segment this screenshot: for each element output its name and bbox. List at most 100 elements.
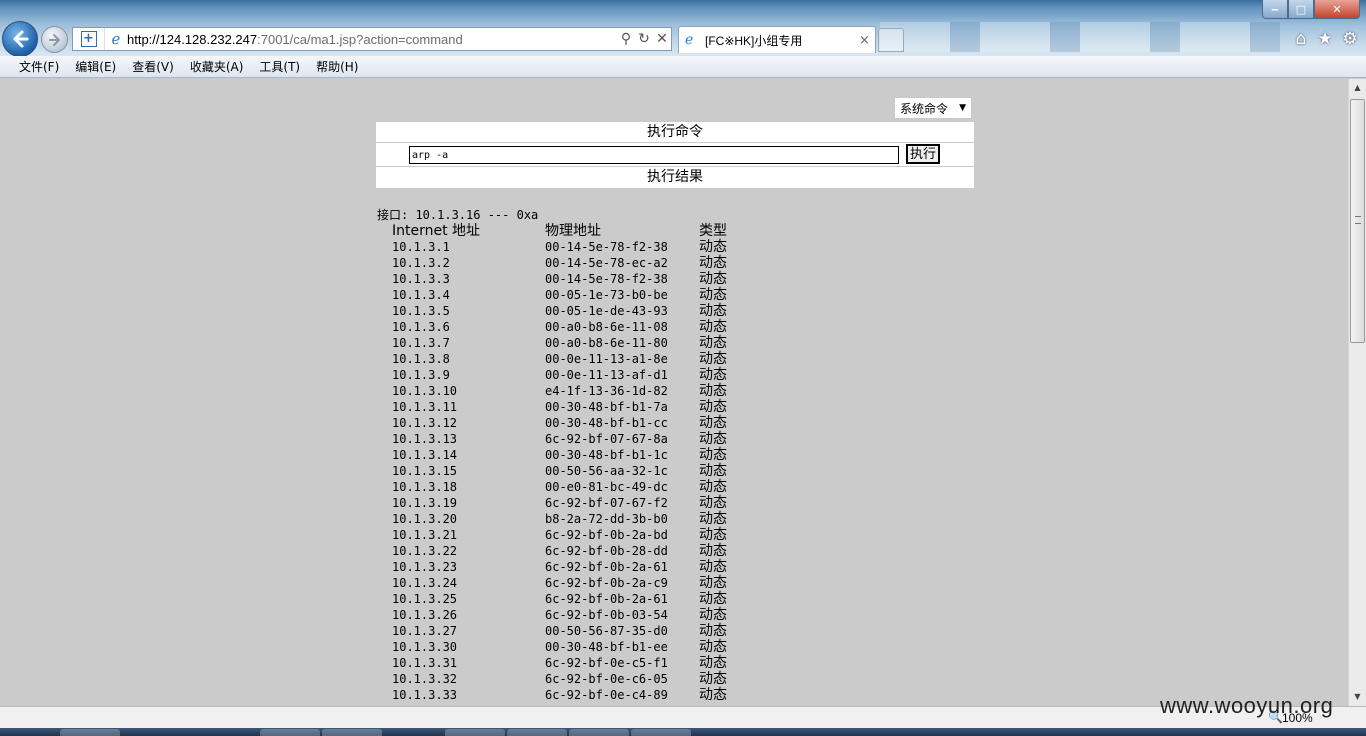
arp-type-cell: 动态: [699, 511, 727, 527]
arp-type-cell: 动态: [699, 351, 727, 367]
menu-tools[interactable]: 工具(T): [251, 58, 308, 75]
mode-select-value: 系统命令: [900, 101, 949, 116]
forward-button[interactable]: [41, 26, 68, 53]
menu-favorites[interactable]: 收藏夹(A): [182, 58, 252, 75]
arp-mac-cell: 6c-92-bf-0b-2a-61: [545, 592, 668, 606]
arp-ip-cell: 10.1.3.25: [392, 592, 458, 606]
table-row: 10.1.3.5 00-05-1e-de-43-93 动态: [377, 303, 727, 319]
command-input-row: 执行: [376, 143, 974, 166]
table-row: 10.1.3.12 00-30-48-bf-b1-cc 动态: [377, 415, 727, 431]
header-physical-address: 物理地址: [545, 223, 601, 239]
arp-mac-cell: 00-30-48-bf-b1-ee: [545, 640, 668, 654]
tab-active[interactable]: ℯ [FC※HK]小组专用 ×: [678, 26, 876, 53]
table-row: 10.1.3.25 6c-92-bf-0b-2a-61 动态: [377, 591, 727, 607]
arp-mac-cell: 6c-92-bf-0b-2a-c9: [545, 576, 668, 590]
menu-help[interactable]: 帮助(H): [308, 58, 366, 75]
stop-icon[interactable]: ✕: [653, 31, 671, 47]
table-row: 10.1.3.18 00-e0-81-bc-49-dc 动态: [377, 479, 727, 495]
arp-type-cell: 动态: [699, 383, 727, 399]
arp-type-cell: 动态: [699, 687, 727, 703]
maximize-button[interactable]: □: [1288, 0, 1314, 19]
arp-ip-cell: 10.1.3.26: [392, 608, 458, 622]
title-bar: ‒ □ ✕ + ℯ http://124.128.232.247:7001/ca…: [0, 0, 1366, 57]
table-row: 10.1.3.21 6c-92-bf-0b-2a-bd 动态: [377, 527, 727, 543]
arp-mac-cell: 00-a0-b8-6e-11-80: [545, 336, 668, 350]
arp-mac-cell: 6c-92-bf-0e-c6-05: [545, 672, 668, 686]
arp-type-cell: 动态: [699, 623, 727, 639]
arp-ip-cell: 10.1.3.13: [392, 432, 458, 446]
table-row: 10.1.3.4 00-05-1e-73-b0-be 动态: [377, 287, 727, 303]
background-tabs-area: [880, 22, 1280, 52]
scroll-thumb[interactable]: [1350, 99, 1365, 343]
arp-type-cell: 动态: [699, 655, 727, 671]
favorites-star-icon[interactable]: ★: [1314, 28, 1336, 50]
arp-type-cell: 动态: [699, 671, 727, 687]
mode-select[interactable]: 系统命令 ▼: [894, 97, 972, 119]
table-row: 10.1.3.30 00-30-48-bf-b1-ee 动态: [377, 639, 727, 655]
new-tab-button[interactable]: [878, 28, 904, 52]
scroll-up-arrow-icon[interactable]: ▲: [1349, 79, 1366, 97]
arp-ip-cell: 10.1.3.12: [392, 416, 458, 430]
compatibility-view-button[interactable]: +: [73, 28, 105, 50]
home-icon[interactable]: ⌂: [1290, 28, 1312, 50]
arp-ip-cell: 10.1.3.23: [392, 560, 458, 574]
command-title: 执行命令: [376, 122, 974, 142]
table-row: 10.1.3.1 00-14-5e-78-f2-38 动态: [377, 239, 727, 255]
close-button[interactable]: ✕: [1314, 0, 1360, 19]
taskbar-button[interactable]: [322, 729, 382, 736]
arp-ip-cell: 10.1.3.2: [392, 256, 450, 270]
arp-ip-cell: 10.1.3.7: [392, 336, 450, 350]
tab-close-icon[interactable]: ×: [859, 33, 875, 48]
arp-mac-cell: 00-14-5e-78-f2-38: [545, 272, 668, 286]
menu-file[interactable]: 文件(F): [11, 58, 67, 75]
table-row: 10.1.3.7 00-a0-b8-6e-11-80 动态: [377, 335, 727, 351]
gear-icon[interactable]: ⚙: [1339, 28, 1361, 50]
taskbar-button[interactable]: [60, 729, 120, 736]
menu-view[interactable]: 查看(V): [124, 58, 182, 75]
url-text[interactable]: http://124.128.232.247:7001/ca/ma1.jsp?a…: [127, 32, 617, 47]
table-row: 10.1.3.23 6c-92-bf-0b-2a-61 动态: [377, 559, 727, 575]
vertical-scrollbar[interactable]: ▲ ▼: [1348, 79, 1366, 706]
taskbar-button[interactable]: [631, 729, 691, 736]
arp-type-cell: 动态: [699, 255, 727, 271]
taskbar-button[interactable]: [445, 729, 505, 736]
taskbar-button[interactable]: [569, 729, 629, 736]
arp-mac-cell: 00-05-1e-73-b0-be: [545, 288, 668, 302]
command-input[interactable]: [409, 146, 899, 164]
arp-ip-cell: 10.1.3.15: [392, 464, 458, 478]
arp-type-cell: 动态: [699, 319, 727, 335]
arp-ip-cell: 10.1.3.22: [392, 544, 458, 558]
arp-type-cell: 动态: [699, 463, 727, 479]
arp-ip-cell: 10.1.3.14: [392, 448, 458, 462]
arp-mac-cell: 6c-92-bf-07-67-8a: [545, 432, 668, 446]
table-row: 10.1.3.6 00-a0-b8-6e-11-08 动态: [377, 319, 727, 335]
watermark: www.wooyun.org: [1160, 693, 1334, 718]
refresh-icon[interactable]: ↻: [635, 31, 653, 47]
arp-ip-cell: 10.1.3.21: [392, 528, 458, 542]
result-title: 执行结果: [376, 167, 974, 188]
address-bar[interactable]: + ℯ http://124.128.232.247:7001/ca/ma1.j…: [72, 27, 672, 51]
arp-table: 10.1.3.1 00-14-5e-78-f2-38 动态 10.1.3.2 00-14…: [377, 239, 727, 703]
table-row: 10.1.3.10 e4-1f-13-36-1d-82 动态: [377, 383, 727, 399]
arp-type-cell: 动态: [699, 447, 727, 463]
arp-ip-cell: 10.1.3.3: [392, 272, 450, 286]
arp-type-cell: 动态: [699, 639, 727, 655]
arp-mac-cell: 00-30-48-bf-b1-1c: [545, 448, 668, 462]
back-button[interactable]: [2, 21, 38, 57]
table-row: 10.1.3.22 6c-92-bf-0b-28-dd 动态: [377, 543, 727, 559]
command-output: 接口: 10.1.3.16 --- 0xa Internet 地址 物理地址 类…: [377, 207, 727, 703]
arp-ip-cell: 10.1.3.32: [392, 672, 458, 686]
arp-ip-cell: 10.1.3.31: [392, 656, 458, 670]
arp-mac-cell: 6c-92-bf-0b-2a-61: [545, 560, 668, 574]
taskbar-button[interactable]: [507, 729, 567, 736]
header-internet-address: Internet 地址: [392, 223, 481, 239]
output-header-row: Internet 地址 物理地址 类型: [377, 223, 727, 239]
search-icon[interactable]: ⚲: [617, 31, 635, 47]
arp-mac-cell: 00-14-5e-78-ec-a2: [545, 256, 668, 270]
taskbar-button[interactable]: [260, 729, 320, 736]
minimize-button[interactable]: ‒: [1262, 0, 1288, 19]
execute-button[interactable]: 执行: [906, 144, 940, 164]
scroll-down-arrow-icon[interactable]: ▼: [1349, 688, 1366, 706]
menu-edit[interactable]: 编辑(E): [67, 58, 124, 75]
arp-type-cell: 动态: [699, 479, 727, 495]
